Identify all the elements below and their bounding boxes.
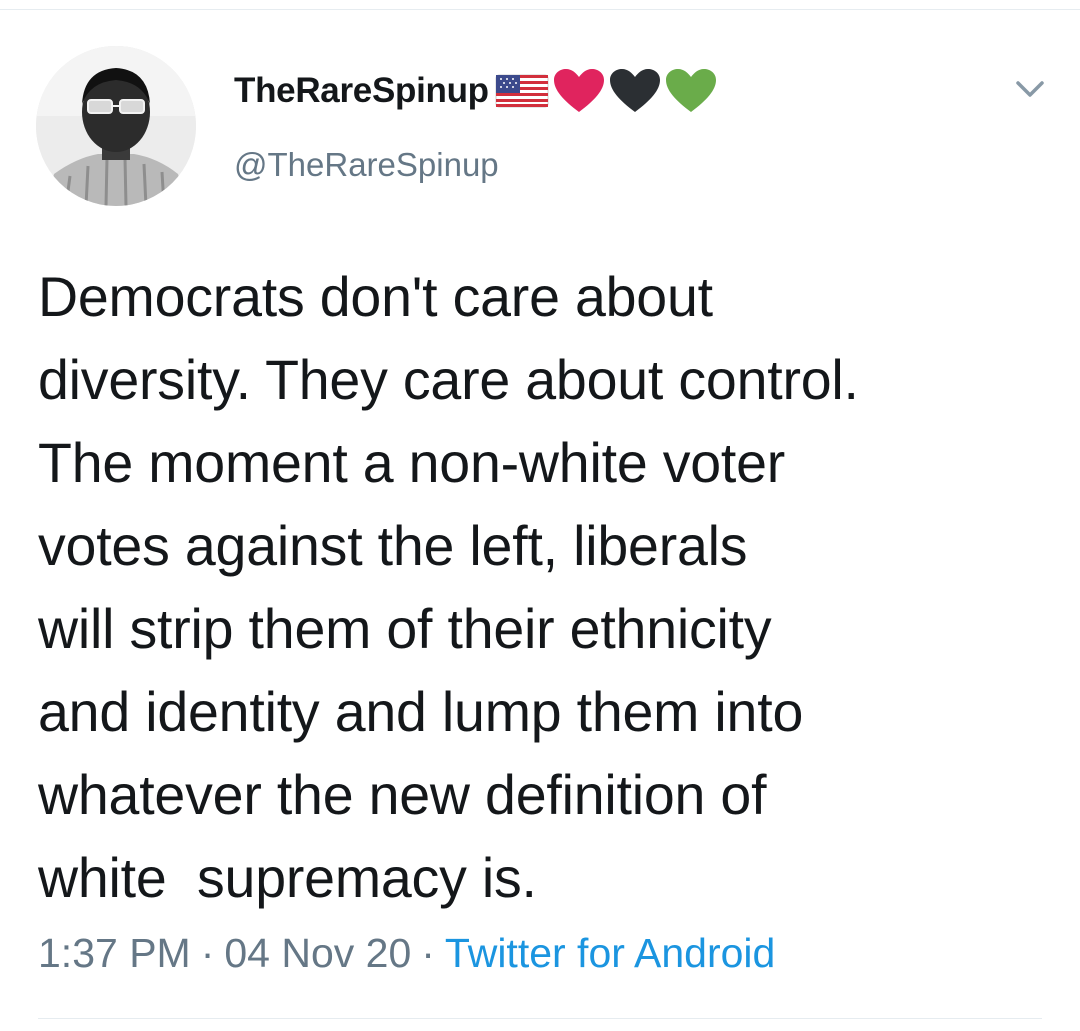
avatar[interactable] [36, 46, 196, 206]
author-handle[interactable]: @TheRareSpinup [234, 146, 499, 184]
bottom-divider [38, 1018, 1042, 1019]
red-heart-icon [553, 69, 604, 112]
green-heart-icon [665, 69, 716, 112]
chevron-down-icon[interactable] [1010, 74, 1050, 104]
tweet-text: Democrats don't care about diversity. Th… [38, 266, 859, 909]
author-display-name[interactable]: TheRareSpinup [234, 71, 489, 111]
avatar-photo [36, 46, 196, 206]
meta-separator: · [200, 930, 215, 976]
tweet-time[interactable]: 1:37 PM [38, 930, 191, 976]
top-divider [0, 0, 1080, 10]
name-emoji-group [495, 68, 717, 114]
tweet-date[interactable]: 04 Nov 20 [224, 930, 411, 976]
author-name-row[interactable]: TheRareSpinup [234, 66, 717, 116]
tweet-source-link[interactable]: Twitter for Android [445, 930, 775, 976]
us-flag-icon [495, 74, 549, 108]
meta-separator: · [421, 930, 435, 976]
tweet-meta: 1:37 PM · 04 Nov 20 · Twitter for Android [38, 930, 775, 977]
black-heart-icon [609, 69, 660, 112]
